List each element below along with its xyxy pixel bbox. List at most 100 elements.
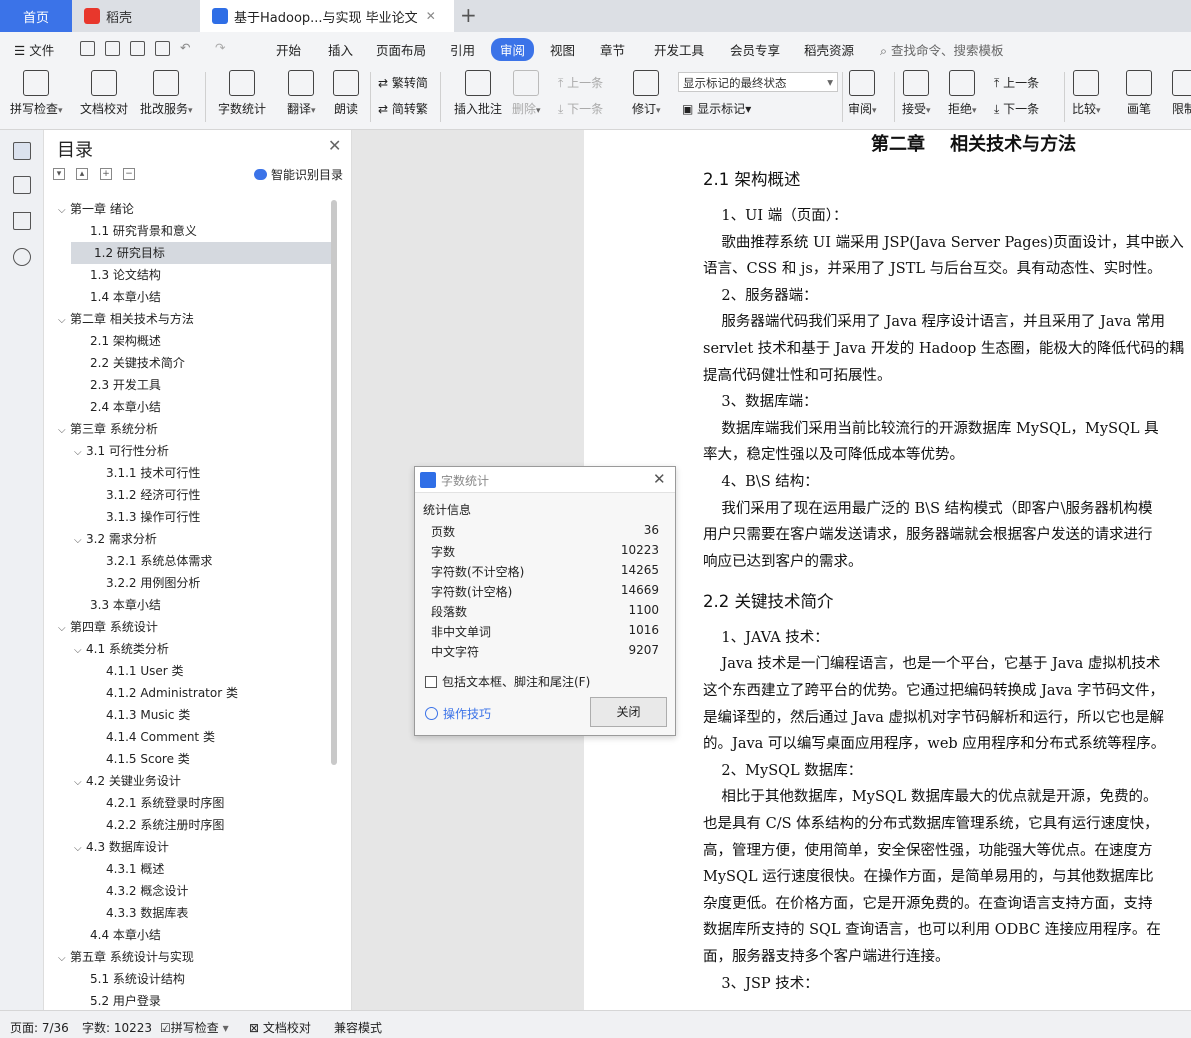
tab-document[interactable]: 基于Hadoop...与实现 毕业论文 ✕ (200, 0, 454, 32)
toc-item[interactable]: 2.3 开发工具 (74, 374, 161, 396)
bookmark-icon[interactable] (13, 212, 31, 230)
toc-scrollbar[interactable] (331, 200, 337, 765)
toc-item[interactable]: ⌵ 3.2 需求分析 (74, 528, 157, 550)
export-icon[interactable] (105, 41, 120, 56)
toc-icon[interactable] (13, 142, 31, 160)
show-markup-button[interactable]: ▣ 显示标记▾ (682, 100, 751, 117)
menu-layout[interactable]: 页面布局 (376, 40, 426, 59)
toc-item[interactable]: 4.3.3 数据库表 (90, 902, 188, 924)
markup-state-select[interactable]: 显示标记的最终状态 ▾ (678, 72, 838, 92)
toc-item[interactable]: 1.2 研究目标 (71, 242, 331, 264)
insert-comment-button[interactable]: 插入批注 (454, 70, 502, 117)
toc-item[interactable]: 5.1 系统设计结构 (74, 968, 185, 990)
redo-icon[interactable]: ↷ (215, 40, 225, 55)
close-icon[interactable]: ✕ (328, 136, 341, 155)
compare-button[interactable]: 比较▾ (1072, 70, 1101, 117)
toc-item[interactable]: 3.1.3 操作可行性 (90, 506, 200, 528)
review-button[interactable]: 审阅▾ (848, 70, 877, 117)
toc-item[interactable]: ⌵ 第二章 相关技术与方法 (58, 308, 194, 330)
prev-comment-button[interactable]: ⤒ 上一条 (558, 74, 603, 91)
save-icon[interactable] (80, 41, 95, 56)
toc-item[interactable]: 2.1 架构概述 (74, 330, 161, 352)
toc-item[interactable]: 4.1.1 User 类 (90, 660, 184, 682)
proofread-button[interactable]: 文档校对 (80, 70, 128, 117)
toc-item[interactable]: 1.1 研究背景和意义 (74, 220, 197, 242)
toc-item[interactable]: 2.4 本章小结 (74, 396, 161, 418)
expand-up-icon[interactable]: ▴ (76, 168, 88, 180)
toc-item[interactable]: ⌵ 4.1 系统类分析 (74, 638, 169, 660)
toc-item[interactable]: 4.3.1 概述 (90, 858, 164, 880)
toc-item[interactable]: 2.2 关键技术简介 (74, 352, 185, 374)
search-icon[interactable] (13, 248, 31, 266)
toc-item[interactable]: ⌵ 4.2 关键业务设计 (74, 770, 181, 792)
toc-item[interactable]: 4.4 本章小结 (74, 924, 161, 946)
delete-comment-button[interactable]: 删除▾ (512, 70, 541, 117)
chevron-down-icon[interactable]: ⌵ (58, 618, 70, 640)
translate-button[interactable]: 翻译▾ (287, 70, 316, 117)
toc-item[interactable]: 3.1.1 技术可行性 (90, 462, 200, 484)
word-count-button[interactable]: 字数统计 (218, 70, 266, 117)
tab-close-icon[interactable]: ✕ (426, 9, 436, 23)
toc-item[interactable]: ⌵ 4.3 数据库设计 (74, 836, 169, 858)
remove-heading-icon[interactable]: − (123, 168, 135, 180)
track-changes-button[interactable]: 修订▾ (632, 70, 661, 117)
menu-devtools[interactable]: 开发工具 (654, 40, 704, 59)
chevron-down-icon[interactable]: ⌵ (74, 530, 86, 552)
tab-home[interactable]: 首页 (0, 0, 72, 32)
toc-item[interactable]: ⌵ 3.1 可行性分析 (74, 440, 169, 462)
restrict-button[interactable]: 限制 (1172, 70, 1191, 117)
toc-item[interactable]: 3.2.1 系统总体需求 (90, 550, 212, 572)
menu-insert[interactable]: 插入 (328, 40, 353, 59)
menu-daoke-resources[interactable]: 稻壳资源 (804, 40, 854, 59)
next-comment-button[interactable]: ⤓ 下一条 (558, 100, 603, 117)
preview-icon[interactable] (155, 41, 170, 56)
spell-check-status[interactable]: ☑拼写检查 ▾ (160, 1019, 229, 1036)
word-count-indicator[interactable]: 字数: 10223 (82, 1019, 152, 1036)
spell-check-button[interactable]: 拼写检查▾ (10, 70, 63, 117)
command-search[interactable]: ⌕ 查找命令、搜索模板 (880, 40, 1004, 59)
toc-item[interactable]: 4.1.4 Comment 类 (90, 726, 215, 748)
chevron-down-icon[interactable]: ⌵ (74, 838, 86, 860)
pen-button[interactable]: 画笔 (1126, 70, 1152, 117)
add-heading-icon[interactable]: + (100, 168, 112, 180)
reject-button[interactable]: 拒绝▾ (948, 70, 977, 117)
file-menu[interactable]: ☰ 文件 (14, 40, 54, 59)
chevron-down-icon[interactable]: ⌵ (58, 200, 70, 222)
collapse-all-icon[interactable]: ▾ (53, 168, 65, 180)
trad-to-simp-button[interactable]: ⇄ 繁转简 (378, 74, 428, 91)
toc-item[interactable]: 3.3 本章小结 (74, 594, 161, 616)
menu-member[interactable]: 会员专享 (730, 40, 780, 59)
close-button[interactable]: 关闭 (590, 697, 667, 727)
accept-button[interactable]: 接受▾ (902, 70, 931, 117)
toc-item[interactable]: 1.3 论文结构 (74, 264, 161, 286)
chevron-down-icon[interactable]: ⌵ (58, 420, 70, 442)
undo-icon[interactable]: ↶ (180, 40, 190, 55)
toc-item[interactable]: 4.2.1 系统登录时序图 (90, 792, 224, 814)
toc-item[interactable]: ⌵ 第五章 系统设计与实现 (58, 946, 194, 968)
menu-start[interactable]: 开始 (276, 40, 301, 59)
close-icon[interactable]: ✕ (653, 470, 666, 488)
annotate-service-button[interactable]: 批改服务▾ (140, 70, 193, 117)
proofread-status[interactable]: ⊠ 文档校对 (249, 1019, 311, 1036)
new-tab-icon[interactable]: + (460, 3, 477, 27)
toc-item[interactable]: 3.1.2 经济可行性 (90, 484, 200, 506)
include-textbox-checkbox[interactable]: 包括文本框、脚注和尾注(F) (425, 673, 590, 690)
menu-reference[interactable]: 引用 (450, 40, 475, 59)
toc-item[interactable]: 3.2.2 用例图分析 (90, 572, 200, 594)
prev-change-button[interactable]: ⤒ 上一条 (994, 74, 1039, 91)
menu-chapter[interactable]: 章节 (600, 40, 625, 59)
smart-toc-button[interactable]: 智能识别目录 (254, 166, 343, 183)
toc-item[interactable]: 4.1.3 Music 类 (90, 704, 190, 726)
chevron-down-icon[interactable]: ⌵ (58, 948, 70, 970)
chevron-down-icon[interactable]: ⌵ (74, 442, 86, 464)
toc-item[interactable]: 4.1.5 Score 类 (90, 748, 190, 770)
dialog-titlebar[interactable]: 字数统计 ✕ (415, 467, 675, 493)
simp-to-trad-button[interactable]: ⇄ 简转繁 (378, 100, 428, 117)
chapter-nav-icon[interactable] (13, 176, 31, 194)
next-change-button[interactable]: ⤓ 下一条 (994, 100, 1039, 117)
menu-review[interactable]: 审阅 (491, 38, 535, 61)
chevron-down-icon[interactable]: ⌵ (74, 640, 86, 662)
toc-item[interactable]: ⌵ 第一章 绪论 (58, 198, 134, 220)
page-indicator[interactable]: 页面: 7/36 (10, 1019, 69, 1036)
read-aloud-button[interactable]: 朗读 (333, 70, 359, 117)
